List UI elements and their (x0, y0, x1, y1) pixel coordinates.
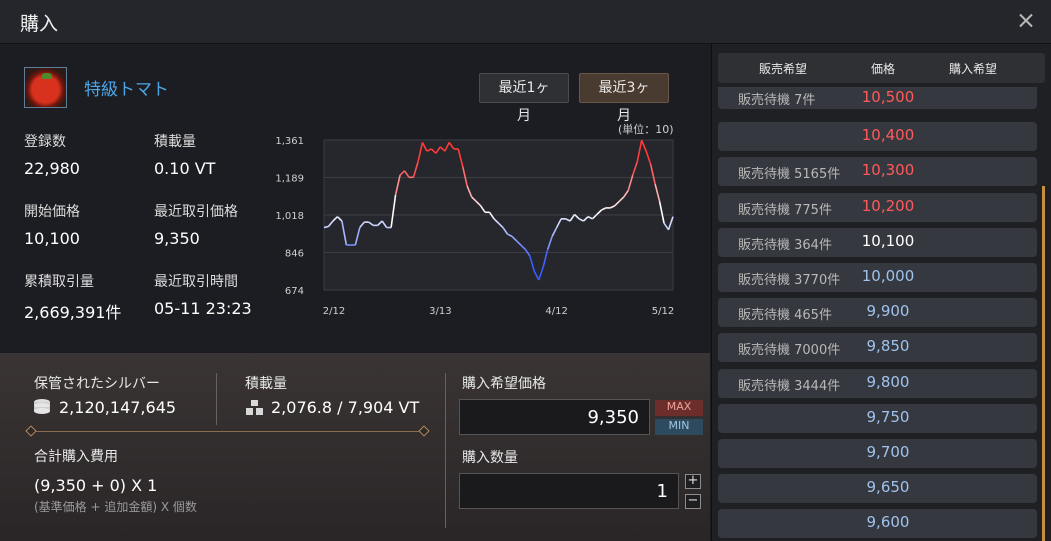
silver-value: 2,120,147,645 (59, 398, 177, 417)
quantity-input[interactable]: 1 (459, 473, 679, 509)
price-value: 9,700 (866, 443, 910, 461)
order-book-header: 販売希望 価格 購入希望 (718, 53, 1045, 83)
order-book-row[interactable]: 10,400 (718, 122, 1037, 152)
stat-label: 積載量 (154, 134, 196, 150)
buy-price-input[interactable]: 9,350 (459, 399, 650, 435)
y-tick-label: 674 (285, 286, 304, 297)
silver-label: 保管されたシルバー (34, 376, 160, 392)
stat-recent-price: 最近取引価格 9,350 (154, 201, 238, 248)
order-book-row[interactable]: 販売待機 775件 10,200 (718, 192, 1037, 222)
sell-waiting-label: 販売待機 3444件 (738, 378, 841, 394)
order-book: 販売希望 価格 購入希望 販売待機 7件 10,500 10,400 販売待機 516… (711, 44, 1051, 541)
stat-total-volume: 累積取引量 2,669,391件 (24, 271, 121, 323)
order-book-row[interactable]: 販売待機 7000件 9,850 (718, 333, 1037, 363)
stat-value: 05-11 23:23 (154, 299, 252, 318)
order-book-row[interactable]: 販売待機 5165件 10,300 (718, 157, 1037, 187)
price-value: 9,600 (866, 513, 910, 532)
stat-label: 最近取引価格 (154, 204, 238, 220)
y-tick-label: 1,189 (275, 174, 304, 185)
order-book-row[interactable]: 販売待機 465件 9,900 (718, 298, 1037, 328)
silver-coins-icon (34, 399, 50, 414)
y-tick-label: 1,361 (275, 136, 304, 147)
stat-label: 開始価格 (24, 204, 80, 220)
divider (445, 373, 446, 528)
quantity-label: 購入数量 (462, 450, 518, 466)
sell-waiting-label: 販売待機 5165件 (738, 167, 841, 183)
stat-recent-time: 最近取引時間 05-11 23:23 (154, 271, 252, 318)
stat-start-price: 開始価格 10,100 (24, 201, 80, 248)
price-value: 9,800 (866, 372, 910, 391)
min-button[interactable]: MIN (655, 419, 703, 435)
header-buy: 購入希望 (949, 62, 998, 76)
price-value: 10,400 (861, 126, 915, 145)
range-1-month-button[interactable]: 最近1ヶ月 (479, 73, 569, 124)
range-3-month-button[interactable]: 最近3ヶ月 (579, 73, 669, 124)
tomato-icon (24, 67, 67, 108)
stat-label: 最近取引時間 (154, 274, 238, 290)
x-tick-label: 4/12 (545, 306, 567, 317)
weight-value: 2,076.8 / 7,904 VT (271, 398, 420, 417)
sell-waiting-label: 販売待機 3770件 (738, 273, 841, 288)
total-cost-label: 合計購入費用 (34, 449, 118, 465)
price-value: 10,500 (861, 88, 915, 106)
order-book-row[interactable]: 9,750 (718, 403, 1037, 433)
order-book-row[interactable]: 9,600 (718, 509, 1037, 539)
ornament-divider (32, 431, 424, 432)
price-chart-svg: 1,361 1,189 1,018 846 674 2/12 3/13 4/12 5/12 (275, 136, 674, 317)
stat-registered: 登録数 22,980 (24, 131, 80, 178)
x-tick-label: 5/12 (652, 306, 674, 317)
sell-waiting-label: 販売待機 7件 (738, 93, 816, 108)
divider (216, 373, 217, 425)
sell-waiting-label: 販売待機 364件 (738, 237, 832, 253)
stat-value: 2,669,391件 (24, 303, 122, 322)
order-book-row[interactable]: 販売待機 3444件 9,800 (718, 368, 1037, 398)
x-tick-label: 2/12 (323, 306, 345, 317)
total-cost-formula: (9,350 + 0) X 1 (34, 476, 158, 495)
price-value: 9,650 (866, 478, 910, 497)
order-book-row[interactable]: 販売待機 3770件 10,000 (718, 263, 1037, 292)
price-value: 10,300 (861, 161, 915, 180)
price-value: 10,100 (861, 231, 915, 250)
stat-value: 22,980 (24, 159, 80, 178)
price-value: 9,750 (866, 407, 910, 426)
order-book-row[interactable]: 販売待機 7件 10,500 (718, 87, 1037, 109)
quantity-decrease-button[interactable]: − (685, 494, 701, 509)
window-title: 購入 (20, 13, 59, 35)
buy-price-label: 購入希望価格 (462, 376, 546, 392)
price-value: 10,000 (861, 267, 915, 285)
weight-boxes-icon (246, 400, 263, 415)
order-book-row[interactable]: 9,700 (718, 439, 1037, 468)
stat-value: 10,100 (24, 229, 80, 248)
price-line-segment (323, 225, 329, 229)
order-book-row[interactable]: 販売待機 364件 10,100 (718, 227, 1037, 257)
header-sell: 販売希望 (759, 62, 808, 76)
y-tick-label: 846 (285, 249, 304, 260)
sell-waiting-label: 販売待機 465件 (738, 308, 832, 324)
price-value: 9,850 (866, 337, 910, 356)
total-cost-note: (基準価格 + 追加金額) X 個数 (34, 500, 197, 514)
order-book-row[interactable]: 9,650 (718, 474, 1037, 504)
max-button[interactable]: MAX (655, 400, 703, 416)
header-price: 価格 (871, 62, 896, 76)
close-icon[interactable] (1015, 10, 1037, 32)
stat-label: 累積取引量 (24, 274, 94, 290)
x-tick-label: 3/13 (429, 306, 451, 317)
item-name: 特級トマト (84, 80, 169, 100)
order-book-scrollbar[interactable] (1042, 186, 1045, 541)
title-bar: 購入 (0, 0, 1051, 44)
y-tick-label: 1,018 (275, 211, 304, 222)
price-value: 9,900 (866, 302, 910, 321)
stat-value: 0.10 VT (154, 159, 216, 178)
stat-weight: 積載量 0.10 VT (154, 131, 215, 178)
price-value: 10,200 (861, 196, 915, 215)
stat-value: 9,350 (154, 229, 200, 248)
quantity-increase-button[interactable]: + (685, 474, 701, 489)
price-chart: 1,361 1,189 1,018 846 674 2/12 3/13 4/12 5/12 (270, 128, 680, 323)
weight-label: 積載量 (245, 376, 287, 392)
stat-label: 登録数 (24, 134, 66, 150)
sell-waiting-label: 販売待機 7000件 (738, 343, 841, 359)
sell-waiting-label: 販売待機 775件 (738, 202, 832, 218)
